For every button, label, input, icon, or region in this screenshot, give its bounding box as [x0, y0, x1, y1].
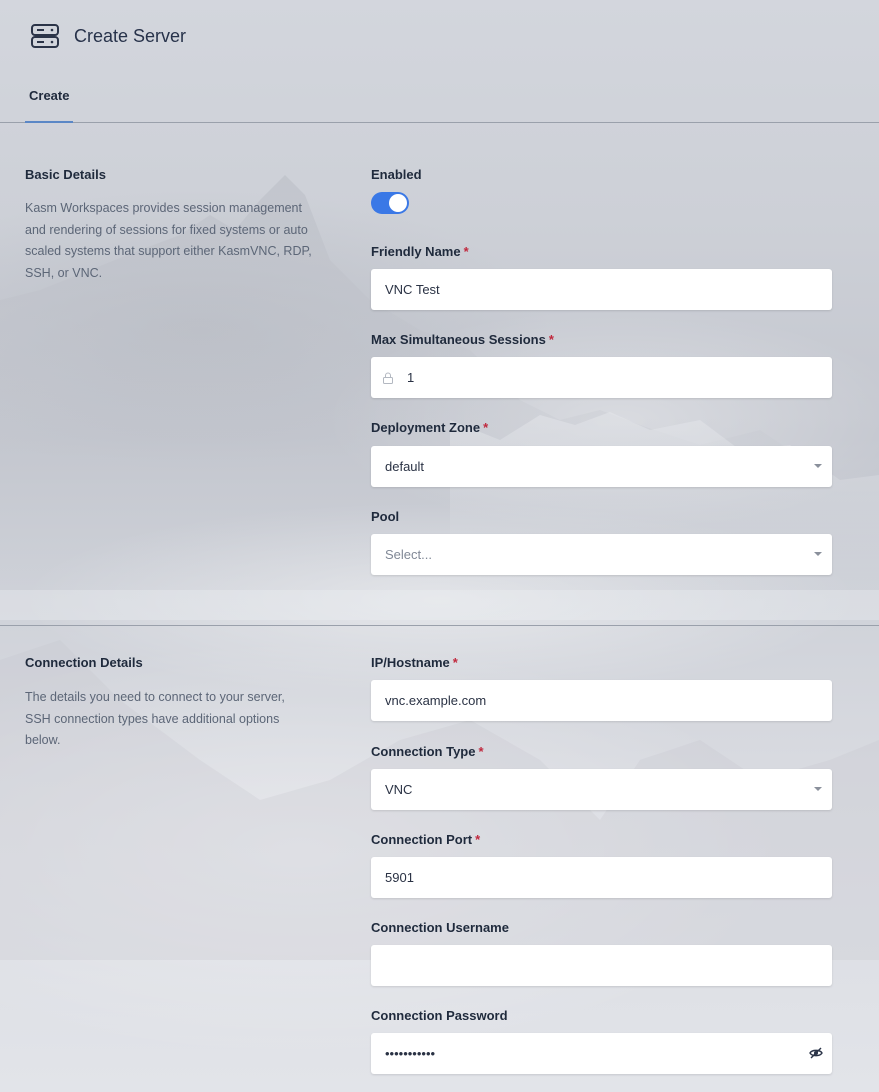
deployment-zone-select[interactable]: default	[371, 446, 832, 487]
connection-password-value: •••••••••••	[385, 1046, 436, 1061]
connection-port-input[interactable]: 5901	[371, 857, 832, 898]
friendly-name-input[interactable]: VNC Test	[371, 269, 832, 310]
ip-hostname-label: IP/Hostname *	[371, 655, 458, 670]
tab-create[interactable]: Create	[25, 80, 74, 123]
connection-type-label: Connection Type *	[371, 744, 484, 759]
tab-bar: Create	[0, 80, 879, 123]
chevron-down-icon	[814, 552, 822, 556]
deployment-zone-value: default	[385, 459, 425, 474]
section-divider	[0, 625, 879, 626]
connection-type-value: VNC	[385, 782, 413, 797]
connection-details-title: Connection Details	[25, 655, 143, 670]
server-icon	[30, 21, 60, 51]
chevron-down-icon	[814, 787, 822, 791]
basic-details-description: Kasm Workspaces provides session managem…	[25, 201, 312, 280]
max-sessions-input[interactable]: 1	[371, 357, 832, 398]
eye-slash-icon[interactable]	[809, 1046, 823, 1060]
enabled-toggle[interactable]	[371, 192, 409, 214]
friendly-name-value: VNC Test	[385, 282, 440, 297]
ip-hostname-value: vnc.example.com	[385, 693, 487, 708]
connection-username-label: Connection Username	[371, 920, 509, 935]
connection-type-select[interactable]: VNC	[371, 769, 832, 810]
basic-details-title: Basic Details	[25, 167, 106, 182]
max-sessions-label: Max Simultaneous Sessions *	[371, 332, 554, 347]
connection-port-label: Connection Port *	[371, 832, 481, 847]
max-sessions-value: 1	[407, 370, 415, 385]
friendly-name-label: Friendly Name *	[371, 244, 469, 259]
connection-username-input[interactable]	[371, 945, 832, 986]
toggle-knob	[389, 194, 407, 212]
connection-password-label: Connection Password	[371, 1008, 508, 1023]
page-header: Create Server	[30, 20, 186, 52]
deployment-zone-label: Deployment Zone *	[371, 420, 489, 435]
chevron-down-icon	[814, 464, 822, 468]
connection-port-value: 5901	[385, 870, 414, 885]
page-title: Create Server	[74, 25, 187, 46]
pool-placeholder: Select...	[385, 547, 432, 562]
enabled-label: Enabled	[371, 167, 422, 182]
lock-icon	[382, 372, 394, 384]
pool-label: Pool	[371, 509, 400, 524]
connection-details-description: The details you need to connect to your …	[25, 690, 285, 747]
pool-select[interactable]: Select...	[371, 534, 832, 575]
ip-hostname-input[interactable]: vnc.example.com	[371, 680, 832, 721]
connection-password-input[interactable]: •••••••••••	[371, 1033, 832, 1074]
